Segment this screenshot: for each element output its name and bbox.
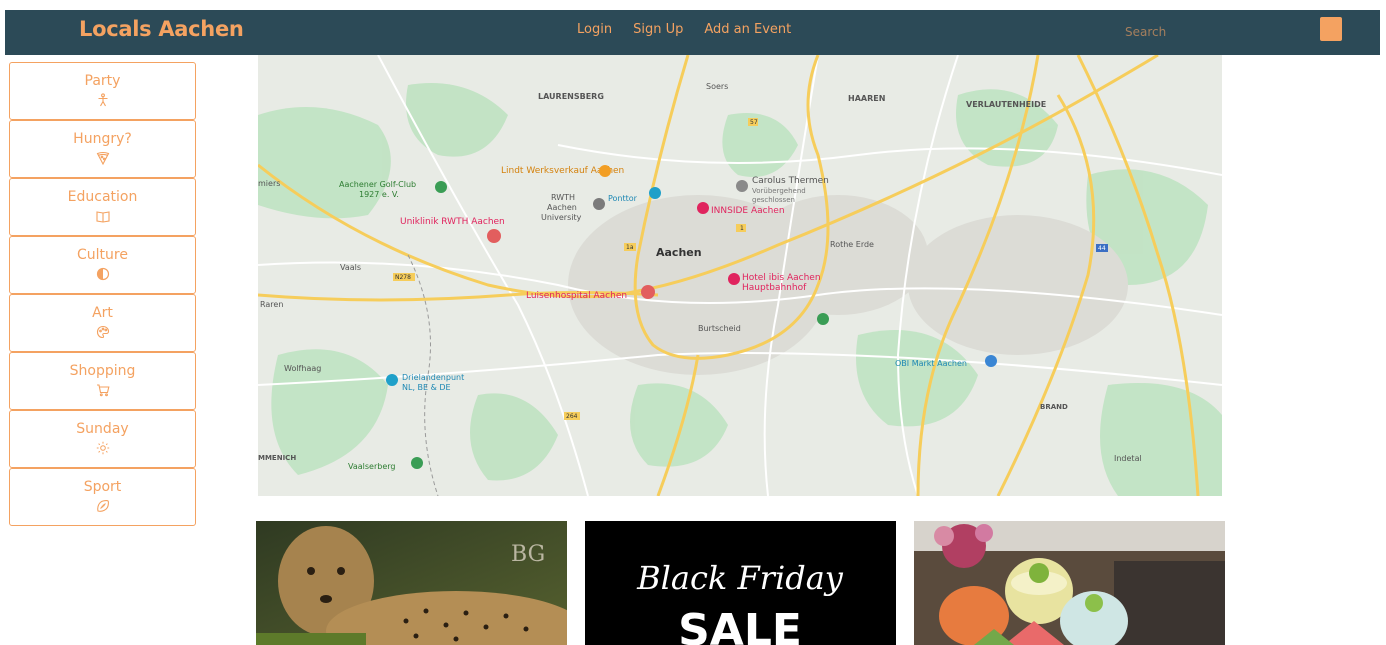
map-label-carolus-sub1: Vorübergehend [752,187,806,195]
poi-pin-icon[interactable] [736,180,748,192]
category-culture[interactable]: Culture [9,236,196,294]
black-friday-image: Black Friday SALE [585,521,896,645]
football-icon [96,499,110,513]
ponttor-pin-icon[interactable] [649,187,661,199]
event-card-cheetah[interactable]: BG [256,521,567,645]
signup-link[interactable]: Sign Up [633,22,683,37]
map-label-rwth1: RWTH [551,193,575,202]
map-label-verlautenheide: VERLAUTENHEIDE [966,100,1046,109]
category-sidebar: Party Hungry? Education Culture Art Shop… [9,62,196,526]
category-label: Hungry? [73,131,132,147]
hospital-pin-icon[interactable] [487,229,501,243]
map-label-soers: Soers [706,82,728,91]
category-label: Shopping [69,363,136,379]
road-badge-1a: 1a [626,244,634,251]
map-label-laurensberg: LAURENSBERG [538,92,604,101]
mountain-pin-icon[interactable] [411,457,423,469]
map-label-carolus-sub2: geschlossen [752,196,795,204]
university-pin-icon[interactable] [593,198,605,210]
category-hungry[interactable]: Hungry? [9,120,196,178]
brand-logo[interactable]: Locals Aachen [79,17,244,41]
map-label-aachen: Aachen [656,246,702,259]
photographer-watermark: BG [511,542,545,567]
map-label-vaalserberg: Vaalserberg [348,462,395,471]
map-label-golf2: 1927 e. V. [359,190,399,199]
map-label-luisenhospital: Luisenhospital Aachen [526,291,627,301]
category-label: Party [84,73,121,89]
sun-icon [96,441,110,455]
map-label-uniklinik: Uniklinik RWTH Aachen [400,217,505,227]
event-card-drinks[interactable] [914,521,1225,645]
nav-links: Login Sign Up Add an Event [577,22,812,37]
book-icon [95,209,110,223]
cart-icon [96,383,110,397]
park-pin-icon[interactable] [817,313,829,325]
search-input[interactable] [1121,21,1279,43]
map-label-ibis2: Hauptbahnhof [742,283,807,293]
black-friday-title: Black Friday [636,559,844,597]
map-label-wolfhaag: Wolfhaag [284,364,321,373]
event-card-black-friday[interactable]: Black Friday SALE [585,521,896,645]
road-badge-264: 264 [566,413,578,420]
map-label-inside: INNSIDE Aachen [711,206,785,216]
golf-pin-icon[interactable] [435,181,447,193]
category-label: Sport [83,479,122,495]
map-label-obi: OBI Markt Aachen [895,359,967,368]
category-sport[interactable]: Sport [9,468,196,526]
map-label-miers: miers [258,179,280,188]
map-label-ponttor: Ponttor [608,194,638,203]
road-badge-44: 44 [1098,245,1106,252]
road-badge-1: 1 [740,225,744,232]
category-label: Art [92,305,113,321]
pizza-icon [96,151,110,165]
category-label: Sunday [76,421,129,437]
map-label-indetal: Indetal [1114,454,1142,463]
map-label-mmenich: MMENICH [258,454,296,462]
road-badge-57: 57 [750,119,758,126]
sale-title: SALE [678,605,802,645]
map-label-rwth3: University [541,213,582,222]
hotel-pin-icon[interactable] [697,202,709,214]
hospital-pin-icon[interactable] [641,285,655,299]
restaurant-pin-icon[interactable] [599,165,611,177]
city-map[interactable]: Aachen LAURENSBERG Soers HAAREN VERLAUTE… [258,55,1222,496]
category-label: Culture [77,247,128,263]
category-party[interactable]: Party [9,62,196,120]
map-label-drielanden2: NL, BE & DE [402,383,451,392]
map-label-vaals: Vaals [340,263,361,272]
top-navbar: Locals Aachen Login Sign Up Add an Event [5,10,1380,55]
add-event-link[interactable]: Add an Event [704,22,791,37]
category-sunday[interactable]: Sunday [9,410,196,468]
person-icon [96,93,110,107]
palette-icon [96,325,110,339]
map-canvas: Aachen LAURENSBERG Soers HAAREN VERLAUTE… [258,55,1222,496]
map-label-rwth2: Aachen [547,203,577,212]
landmark-pin-icon[interactable] [386,374,398,386]
cheetah-image: BG [256,521,567,645]
hotel-ibis-pin-icon[interactable] [728,273,740,285]
category-label: Education [67,189,138,205]
map-label-burtscheid: Burtscheid [698,324,741,333]
map-label-raren: Raren [260,300,283,309]
map-label-golf1: Aachener Golf-Club [339,180,416,189]
category-art[interactable]: Art [9,294,196,352]
contrast-icon [96,267,110,281]
shop-pin-icon[interactable] [985,355,997,367]
map-label-brand: BRAND [1040,403,1068,411]
search-button[interactable] [1320,17,1342,41]
map-label-carolus: Carolus Thermen [752,176,829,186]
map-label-ibis1: Hotel ibis Aachen [742,273,821,283]
map-label-drielanden1: Drielandenpunt [402,373,464,382]
login-link[interactable]: Login [577,22,612,37]
map-label-rothe-erde: Rothe Erde [830,240,874,249]
category-education[interactable]: Education [9,178,196,236]
map-label-haaren: HAAREN [848,94,885,103]
category-shopping[interactable]: Shopping [9,352,196,410]
drinks-image [914,521,1225,645]
road-badge-n278: N278 [395,274,411,281]
